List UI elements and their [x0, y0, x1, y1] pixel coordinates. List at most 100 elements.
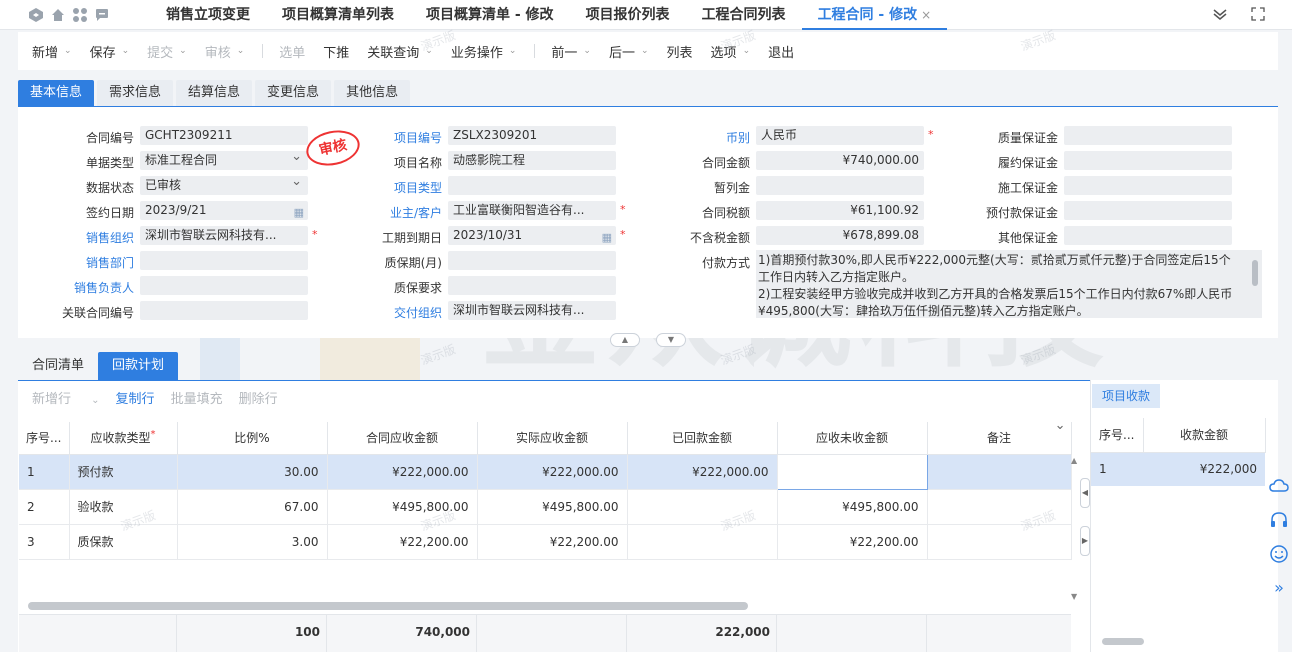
calendar-icon[interactable]: ▦ [294, 203, 304, 220]
tab-quote-list[interactable]: 项目报价列表 [570, 0, 686, 30]
push-down-button[interactable]: 下推 [323, 42, 349, 61]
submit-button[interactable]: 提交 ⌄ [147, 42, 187, 61]
col-receipt-seq[interactable]: 序号... [1091, 418, 1144, 453]
next-button[interactable]: 后一 ⌄ [609, 42, 649, 61]
project-no-field[interactable]: ZSLX2309201 [448, 126, 616, 145]
cell-seq[interactable]: 1 [19, 454, 70, 490]
collapse-left-handle[interactable]: ◀ [1080, 478, 1090, 508]
col-ratio[interactable]: 比例% [177, 422, 328, 455]
cell-contract-receivable[interactable]: ¥22,200.00 [327, 524, 478, 560]
tab-contract-list[interactable]: 工程合同列表 [686, 0, 802, 30]
cell-actual-receivable[interactable]: ¥22,200.00 [477, 524, 628, 560]
table-row[interactable]: 3 质保款 3.00 ¥22,200.00 ¥22,200.00 ¥22,200… [19, 524, 1072, 560]
table-row[interactable]: 2 验收款 67.00 ¥495,800.00 ¥495,800.00 ¥495… [19, 489, 1072, 525]
chevron-down-icon[interactable] [1212, 6, 1228, 22]
sign-date-field[interactable]: 2023/9/21 ▦ [140, 201, 308, 220]
list-button[interactable]: 列表 [667, 42, 693, 61]
message-icon[interactable] [94, 7, 110, 23]
col-seq[interactable]: 序号... [19, 422, 70, 455]
cell-received[interactable]: ¥222,000.00 [627, 454, 778, 490]
currency-field[interactable]: 人民币 [756, 126, 924, 145]
tab-budget-edit[interactable]: 项目概算清单 - 修改 [410, 0, 570, 30]
due-date-field[interactable]: 2023/10/31 ▦ [448, 226, 616, 245]
tab-project-receipt[interactable]: 项目收款 [1092, 384, 1161, 408]
cell-type[interactable]: 预付款 [69, 454, 178, 490]
cell-remark[interactable] [927, 454, 1072, 490]
provisional-field[interactable] [756, 176, 924, 195]
owner-field[interactable]: 工业富联衡阳智造谷有... [448, 201, 616, 220]
col-outstanding[interactable]: 应收未收金额 [777, 422, 928, 455]
other-deposit-field[interactable] [1064, 226, 1232, 245]
headset-icon[interactable] [1269, 510, 1289, 530]
tab-contract-edit[interactable]: 工程合同 - 修改 × [801, 0, 948, 30]
cell-seq[interactable]: 3 [19, 524, 70, 560]
sales-org-label[interactable]: 销售组织 [30, 229, 134, 246]
col-received[interactable]: 已回款金额 [627, 422, 778, 455]
cell-type[interactable]: 质保款 [69, 524, 178, 560]
sales-org-field[interactable]: 深圳市智联云网科技有... [140, 226, 308, 245]
tab-other-info[interactable]: 其他信息 [334, 80, 411, 106]
tab-budget-list[interactable]: 项目概算清单列表 [266, 0, 410, 30]
batch-fill-button[interactable]: 批量填充 [171, 388, 223, 407]
exit-button[interactable]: 退出 [768, 42, 794, 61]
const-deposit-field[interactable] [1064, 176, 1232, 195]
pick-button[interactable]: 选单 [279, 42, 305, 61]
double-chevron-right-icon[interactable]: » [1269, 578, 1289, 598]
sales-owner-label[interactable]: 销售负责人 [30, 279, 134, 296]
cell-ratio[interactable]: 3.00 [177, 524, 328, 560]
new-button[interactable]: 新增 ⌄ [32, 42, 72, 61]
project-type-label[interactable]: 项目类型 [340, 179, 442, 196]
cell-actual-receivable[interactable]: ¥495,800.00 [477, 489, 628, 525]
tax-field[interactable]: ¥61,100.92 [756, 201, 924, 220]
tab-payment-plan[interactable]: 回款计划 [98, 352, 179, 380]
contract-no-field[interactable]: GCHT2309211 [140, 126, 308, 145]
expand-down-button[interactable]: ▼ [656, 333, 686, 347]
cell-type[interactable]: 验收款 [69, 489, 178, 525]
audit-button[interactable]: 审核 ⌄ [205, 42, 245, 61]
cell-outstanding[interactable]: ¥22,200.00 [777, 524, 928, 560]
cell-outstanding[interactable]: ¥495,800.00 [777, 489, 928, 525]
cell-ratio[interactable]: 30.00 [177, 454, 328, 490]
tab-sales-project-change[interactable]: 销售立项变更 [150, 0, 266, 30]
prev-button[interactable]: 前一 ⌄ [551, 42, 591, 61]
col-type[interactable]: 应收款类型* [69, 422, 178, 455]
doc-type-select[interactable]: 标准工程合同 [140, 151, 308, 170]
tab-settlement-info[interactable]: 结算信息 [176, 80, 253, 106]
tab-demand-info[interactable]: 需求信息 [97, 80, 174, 106]
amount-field[interactable]: ¥740,000.00 [756, 151, 924, 170]
untaxed-field[interactable]: ¥678,899.08 [756, 226, 924, 245]
col-contract-receivable[interactable]: 合同应收金额 [327, 422, 478, 455]
warranty-field[interactable] [448, 251, 616, 270]
cell-ratio[interactable]: 67.00 [177, 489, 328, 525]
sales-dept-field[interactable] [140, 251, 308, 270]
cloud-icon[interactable] [1269, 476, 1289, 496]
sales-dept-label[interactable]: 销售部门 [30, 254, 134, 271]
delivery-org-field[interactable]: 深圳市智联云网科技有... [448, 301, 616, 320]
cell-contract-receivable[interactable]: ¥495,800.00 [327, 489, 478, 525]
cell-outstanding[interactable] [776, 453, 928, 490]
delivery-org-label[interactable]: 交付组织 [340, 304, 442, 321]
home-icon[interactable] [50, 7, 66, 23]
cell-actual-receivable[interactable]: ¥222,000.00 [477, 454, 628, 490]
cell-receipt-amount[interactable]: ¥222,000 [1143, 452, 1265, 486]
cell-received[interactable] [627, 524, 778, 560]
options-button[interactable]: 选项 ⌄ [711, 42, 751, 61]
owner-label[interactable]: 业主/客户 [340, 204, 442, 221]
cell-remark[interactable] [927, 489, 1072, 525]
close-tab-icon[interactable]: × [921, 8, 931, 22]
cell-contract-receivable[interactable]: ¥222,000.00 [327, 454, 478, 490]
textarea-scrollbar[interactable] [1252, 260, 1258, 286]
col-remark[interactable]: 备注 [927, 422, 1072, 455]
table-row[interactable]: 1 预付款 30.00 ¥222,000.00 ¥222,000.00 ¥222… [19, 453, 1072, 490]
tab-basic-info[interactable]: 基本信息 [18, 80, 95, 106]
copy-row-button[interactable]: 复制行 [116, 388, 155, 407]
receipt-grid-scrollbar[interactable] [1102, 638, 1144, 645]
cell-seq[interactable]: 2 [19, 489, 70, 525]
quality-deposit-field[interactable] [1064, 126, 1232, 145]
grid-horizontal-scrollbar[interactable] [28, 602, 748, 610]
scroll-up-icon[interactable]: ▲ [1071, 456, 1077, 465]
warranty-req-field[interactable] [448, 276, 616, 295]
col-actual-receivable[interactable]: 实际应收金额 [477, 422, 628, 455]
table-row[interactable]: 1 ¥222,000 [1091, 452, 1265, 486]
payment-textarea[interactable]: 1)首期预付款30%,即人民币¥222,000元整(大写：贰拾贰万贰仟元整)于合… [756, 250, 1262, 318]
